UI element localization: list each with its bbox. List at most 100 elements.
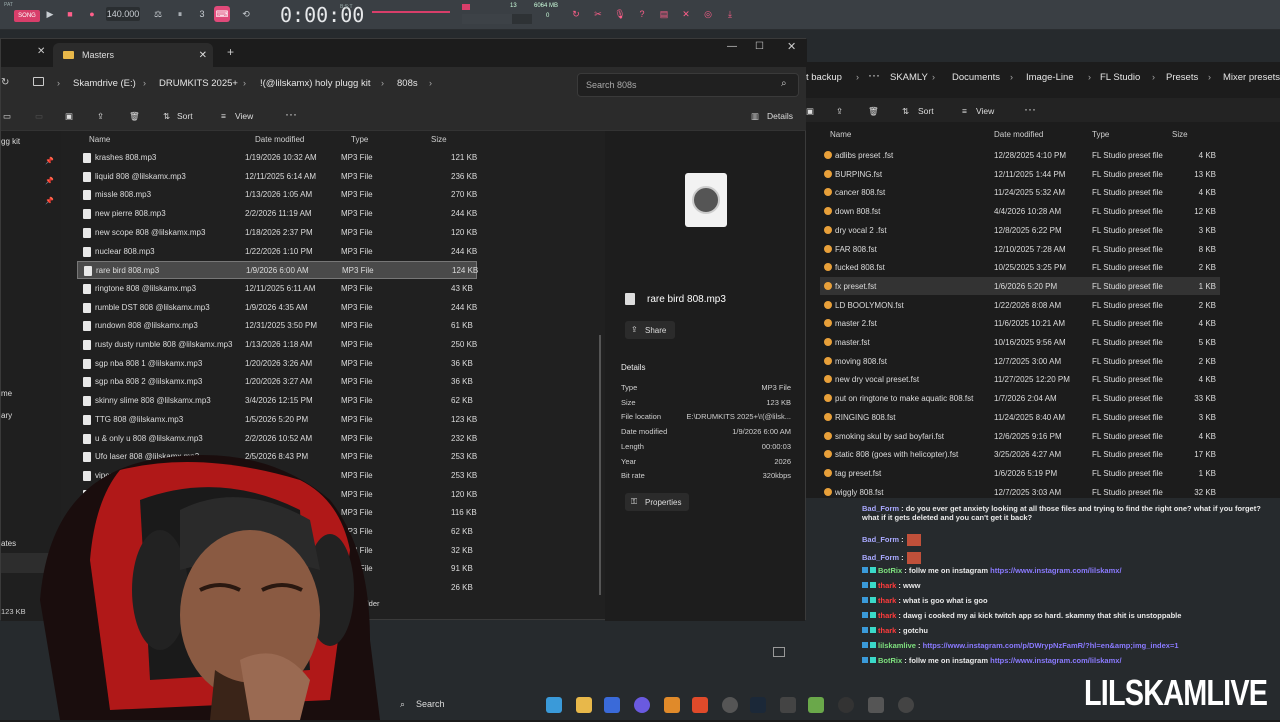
game-icon[interactable] bbox=[808, 697, 824, 713]
share-icon[interactable]: ⇪ bbox=[836, 106, 843, 117]
store-icon[interactable] bbox=[604, 697, 620, 713]
help-icon[interactable]: ? bbox=[634, 6, 650, 22]
preset-row[interactable]: BURPING.fst 12/11/2025 1:44 PM FL Studio p… bbox=[820, 165, 1220, 183]
preset-row[interactable]: fucked 808.fst 10/25/2025 3:25 PM FL Studi… bbox=[820, 258, 1220, 276]
song-mode-button[interactable]: SONG bbox=[14, 10, 40, 22]
discord-icon[interactable] bbox=[634, 697, 650, 713]
sort-icon[interactable]: ⇅ bbox=[902, 106, 909, 117]
minimize-icon[interactable]: — bbox=[727, 41, 737, 52]
tab-masters[interactable]: Masters ✕ bbox=[53, 43, 213, 67]
countdown-icon[interactable]: 3 bbox=[194, 6, 210, 22]
mic-icon[interactable]: 🎙 bbox=[612, 6, 628, 22]
details-view-icon[interactable] bbox=[773, 647, 785, 657]
chat-user[interactable]: Bad_Form bbox=[862, 553, 899, 562]
delete-icon[interactable]: 🗑 bbox=[129, 111, 140, 122]
breadcrumb[interactable]: SKAMLY bbox=[890, 72, 928, 83]
close-window-icon[interactable]: ✕ bbox=[787, 40, 796, 53]
more-icon[interactable]: ··· bbox=[1024, 102, 1036, 116]
delete-icon[interactable]: 🗑 bbox=[868, 106, 879, 117]
paste-icon[interactable]: ▣ bbox=[65, 111, 73, 122]
share-button[interactable]: ⇪ Share bbox=[625, 321, 675, 339]
breadcrumb-808s[interactable]: 808s bbox=[397, 78, 418, 89]
preset-row[interactable]: smoking skul by sad boyfari.fst 12/6/2025… bbox=[820, 427, 1220, 445]
copy-icon[interactable]: ▭ bbox=[35, 111, 43, 122]
file-row[interactable]: rusty dusty rumble 808 @lilskamx.mp3 1/13… bbox=[77, 336, 477, 354]
breadcrumb[interactable]: FL Studio bbox=[1100, 72, 1140, 83]
file-row[interactable]: rumble DST 808 @lilskamx.mp3 1/9/2026 4:3… bbox=[77, 299, 477, 317]
nav-item[interactable]: ary bbox=[1, 411, 12, 420]
calculator-icon[interactable] bbox=[868, 697, 884, 713]
record-icon[interactable]: ● bbox=[84, 6, 100, 22]
file-row[interactable]: nuclear 808.mp3 1/22/2026 1:10 PM MP3 File… bbox=[77, 243, 477, 261]
view-icon[interactable]: ≡ bbox=[962, 106, 967, 116]
media-player-icon[interactable] bbox=[898, 697, 914, 713]
file-row[interactable]: skinny slime 808 @lilskamx.mp3 3/4/2026 1… bbox=[77, 392, 477, 410]
breadcrumb[interactable]: t backup bbox=[806, 72, 842, 83]
column-type[interactable]: Type bbox=[351, 135, 368, 144]
maximize-icon[interactable]: ☐ bbox=[755, 41, 764, 52]
chat-user[interactable]: Bad_Form bbox=[862, 535, 899, 544]
file-row[interactable]: sgp nba 808 1 @lilskamx.mp3 1/20/2026 3:2… bbox=[77, 355, 477, 373]
stop-icon[interactable]: ■ bbox=[62, 6, 78, 22]
more-icon[interactable]: ··· bbox=[285, 107, 297, 121]
preset-row[interactable]: new dry vocal preset.fst 11/27/2025 12:20… bbox=[820, 370, 1220, 388]
sort-icon[interactable]: ⇅ bbox=[163, 111, 170, 122]
file-row[interactable]: rundown 808 @lilskamx.mp3 12/31/2025 3:50… bbox=[77, 317, 477, 335]
blend-notes-icon[interactable]: ⌨ bbox=[214, 6, 230, 22]
preset-row[interactable]: cancer 808.fst 11/24/2025 5:32 AM FL Studi… bbox=[820, 183, 1220, 201]
preset-row[interactable]: LD BOOLYMON.fst 1/22/2026 8:08 AM FL Studi… bbox=[820, 296, 1220, 314]
close-icon[interactable]: ✕ bbox=[199, 50, 207, 61]
file-row[interactable]: ringtone 808 @lilskamx.mp3 12/11/2025 6:1… bbox=[77, 280, 477, 298]
preset-row[interactable]: master.fst 10/16/2025 9:56 AM FL Studio pr… bbox=[820, 333, 1220, 351]
preset-row[interactable]: master 2.fst 11/6/2025 10:21 AM FL Studio … bbox=[820, 314, 1220, 332]
download-icon[interactable]: ⤓ bbox=[722, 6, 738, 22]
preset-row[interactable]: adlibs preset .fst 12/28/2025 4:10 PM FL S… bbox=[820, 146, 1220, 164]
chat-user[interactable]: thark bbox=[878, 611, 896, 620]
sort-button[interactable]: Sort bbox=[177, 111, 193, 121]
chat-user[interactable]: lilskamlive bbox=[878, 641, 916, 650]
chat-user[interactable]: thark bbox=[878, 581, 896, 590]
column-date[interactable]: Date modified bbox=[994, 130, 1043, 139]
chat-user[interactable]: BotRix bbox=[878, 656, 902, 665]
column-name[interactable]: Name bbox=[89, 135, 110, 144]
preset-row[interactable]: wiggly 808.fst 12/7/2025 3:03 AM FL Studio… bbox=[820, 483, 1220, 501]
chat-link[interactable]: https://www.instagram.com/lilskamx/ bbox=[990, 566, 1121, 575]
settings-icon[interactable] bbox=[722, 697, 738, 713]
column-type[interactable]: Type bbox=[1092, 130, 1109, 139]
share-icon[interactable]: ⇪ bbox=[97, 111, 104, 122]
4k-icon[interactable] bbox=[838, 697, 854, 713]
paste-icon[interactable]: ▣ bbox=[806, 106, 814, 117]
breadcrumb[interactable]: Mixer presets bbox=[1223, 72, 1280, 83]
file-row[interactable]: krashes 808.mp3 1/19/2026 10:32 AM MP3 Fil… bbox=[77, 149, 477, 167]
preset-row[interactable]: FAR 808.fst 12/10/2025 7:28 AM FL Studio p… bbox=[820, 240, 1220, 258]
search-input[interactable]: Search 808s bbox=[577, 73, 799, 97]
view-button[interactable]: View bbox=[235, 111, 253, 121]
close-tab-icon[interactable]: ✕ bbox=[37, 46, 45, 57]
file-row[interactable]: TTG 808 @lilskamx.mp3 1/5/2026 5:20 PM MP3… bbox=[77, 411, 477, 429]
taskbar-search[interactable]: Search bbox=[416, 699, 445, 709]
preset-row[interactable]: put on ringtone to make aquatic 808.fst 1… bbox=[820, 389, 1220, 407]
file-row[interactable]: new pierre 808.mp3 2/2/2026 11:19 AM MP3 F… bbox=[77, 205, 477, 223]
preset-row[interactable]: moving 808.fst 12/7/2025 3:00 AM FL Studio… bbox=[820, 352, 1220, 370]
chat-user[interactable]: Bad_Form bbox=[862, 504, 899, 513]
master-volume-slider[interactable] bbox=[372, 11, 450, 13]
column-date[interactable]: Date modified bbox=[255, 135, 304, 144]
file-row[interactable]: sgp nba 808 2 @lilskamx.mp3 1/20/2026 3:2… bbox=[77, 373, 477, 391]
details-pane-icon[interactable]: ▥ bbox=[751, 111, 759, 122]
nav-item[interactable]: gg kit bbox=[1, 137, 20, 146]
cut-icon[interactable]: ✂ bbox=[590, 6, 606, 22]
properties-button[interactable]: ⚿ Properties bbox=[625, 493, 689, 511]
preset-row[interactable]: fx preset.fst 1/6/2026 5:20 PM FL Studio p… bbox=[820, 276, 1220, 295]
preset-row[interactable]: static 808 (goes with helicopter).fst 3/2… bbox=[820, 445, 1220, 463]
chat-link[interactable]: https://www.instagram.com/lilskamx/ bbox=[990, 656, 1121, 665]
breadcrumb-skamdrive[interactable]: Skamdrive (E:) bbox=[73, 78, 136, 89]
nav-item[interactable]: me bbox=[1, 389, 12, 398]
steam-icon[interactable] bbox=[750, 697, 766, 713]
monitor-icon[interactable] bbox=[33, 77, 44, 86]
column-name[interactable]: Name bbox=[830, 130, 851, 139]
plugin-icon[interactable]: ✕ bbox=[678, 6, 694, 22]
chat-user[interactable]: BotRix bbox=[878, 566, 902, 575]
refresh-icon[interactable]: ↻ bbox=[1, 77, 9, 88]
file-row[interactable]: rare bird 808.mp3 1/9/2026 6:00 AM MP3 Fil… bbox=[77, 261, 478, 280]
preset-row[interactable]: RINGING 808.fst 11/24/2025 8:40 AM FL Stud… bbox=[820, 408, 1220, 426]
